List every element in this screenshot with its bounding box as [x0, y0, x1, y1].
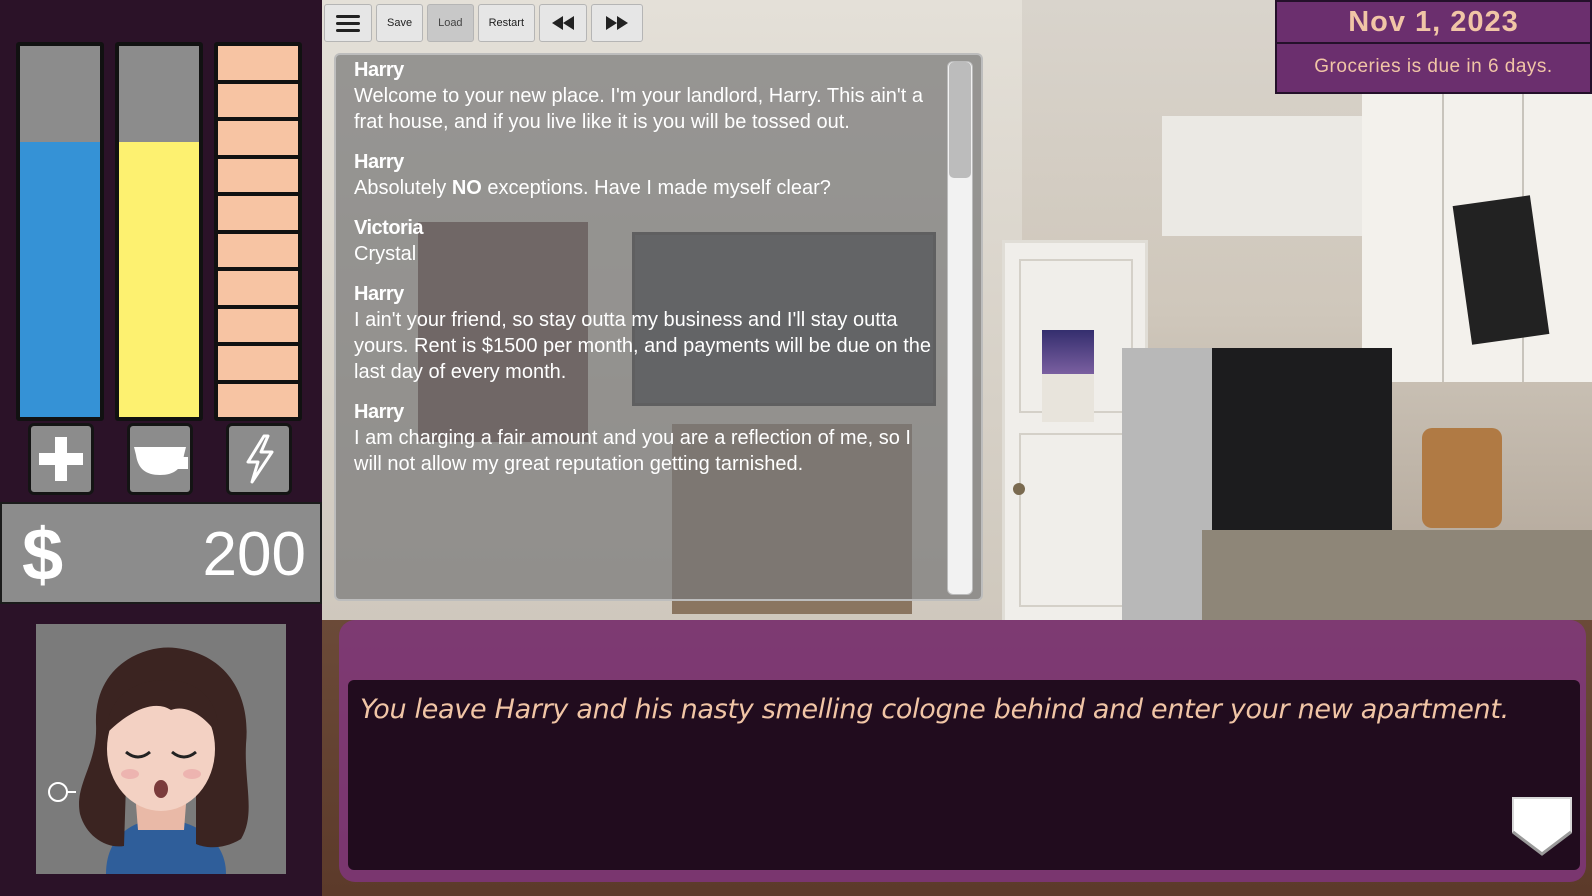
energy-segment [218, 233, 298, 267]
dollar-sign: $ [22, 513, 64, 596]
hunger-button[interactable] [127, 423, 193, 495]
plus-icon [39, 437, 83, 481]
history-entry: Victoria Crystal [354, 215, 934, 267]
energy-segment [218, 308, 298, 342]
date-display: Nov 1, 2023 [1275, 0, 1592, 44]
due-notice: Groceries is due in 6 days. [1275, 44, 1592, 94]
money-display: $ 200 [0, 502, 322, 604]
health-button[interactable] [28, 423, 94, 495]
restart-button[interactable]: Restart [477, 4, 536, 42]
hunger-bar [115, 42, 203, 421]
energy-segment [218, 121, 298, 155]
health-bar [16, 42, 104, 421]
menu-button[interactable] [324, 4, 372, 42]
energy-segment [218, 83, 298, 117]
history-text: Crystal [354, 243, 417, 265]
history-entry: Harry I ain't your friend, so stay outta… [354, 281, 934, 385]
history-text-part: Absolutely [354, 177, 452, 199]
rewind-icon [552, 16, 575, 30]
speaker-name: Harry [354, 283, 404, 305]
continue-button[interactable] [1511, 796, 1573, 856]
history-text: I ain't your friend, so stay outta my bu… [354, 309, 932, 383]
energy-button[interactable] [226, 423, 292, 495]
rewind-button[interactable] [539, 4, 588, 42]
history-text-part: exceptions. Have I made myself clear? [481, 177, 831, 199]
energy-segments [218, 46, 298, 417]
money-amount: 200 [202, 520, 306, 589]
food-bowl-icon [134, 447, 188, 475]
fast-forward-icon [606, 16, 629, 30]
character-avatar [36, 624, 286, 874]
energy-segment [218, 158, 298, 192]
stats-sidebar: $ 200 [0, 0, 322, 896]
character-portrait [36, 624, 286, 874]
save-button[interactable]: Save [376, 4, 424, 42]
dialogue-history-panel: Harry Welcome to your new place. I'm you… [334, 53, 983, 601]
speaker-name: Victoria [354, 217, 424, 239]
history-text: Absolutely NO exceptions. Have I made my… [354, 175, 934, 201]
speaker-name: Harry [354, 401, 404, 423]
history-text: Welcome to your new place. I'm your land… [354, 85, 923, 133]
history-entry: Harry Welcome to your new place. I'm you… [354, 57, 934, 135]
history-entry: Harry I am charging a fair amount and yo… [354, 399, 934, 477]
history-text: I am charging a fair amount and you are … [354, 427, 911, 475]
energy-segment [218, 196, 298, 230]
energy-segment [218, 346, 298, 380]
fast-forward-button[interactable] [591, 4, 644, 42]
hamburger-icon [336, 11, 360, 36]
health-fill [20, 142, 100, 417]
energy-bar [214, 42, 302, 421]
history-scrollbar[interactable] [947, 61, 973, 595]
quick-menu-toolbar: Save Load Restart [324, 4, 644, 44]
energy-segment [218, 383, 298, 417]
dialogue-text: You leave Harry and his nasty smelling c… [360, 694, 1509, 725]
lightning-icon [246, 434, 274, 484]
history-text-emphasis: NO [451, 177, 482, 199]
speaker-name: Harry [354, 59, 404, 81]
scrollbar-thumb[interactable] [949, 62, 971, 178]
history-entry: Harry Absolutely NO exceptions. Have I m… [354, 149, 934, 201]
energy-segment [218, 271, 298, 305]
hunger-fill [119, 142, 199, 417]
load-button[interactable]: Load [427, 4, 474, 42]
energy-segment [218, 46, 298, 80]
chevron-down-icon [1512, 797, 1572, 856]
history-list: Harry Welcome to your new place. I'm you… [354, 57, 934, 491]
speaker-name: Harry [354, 151, 404, 173]
